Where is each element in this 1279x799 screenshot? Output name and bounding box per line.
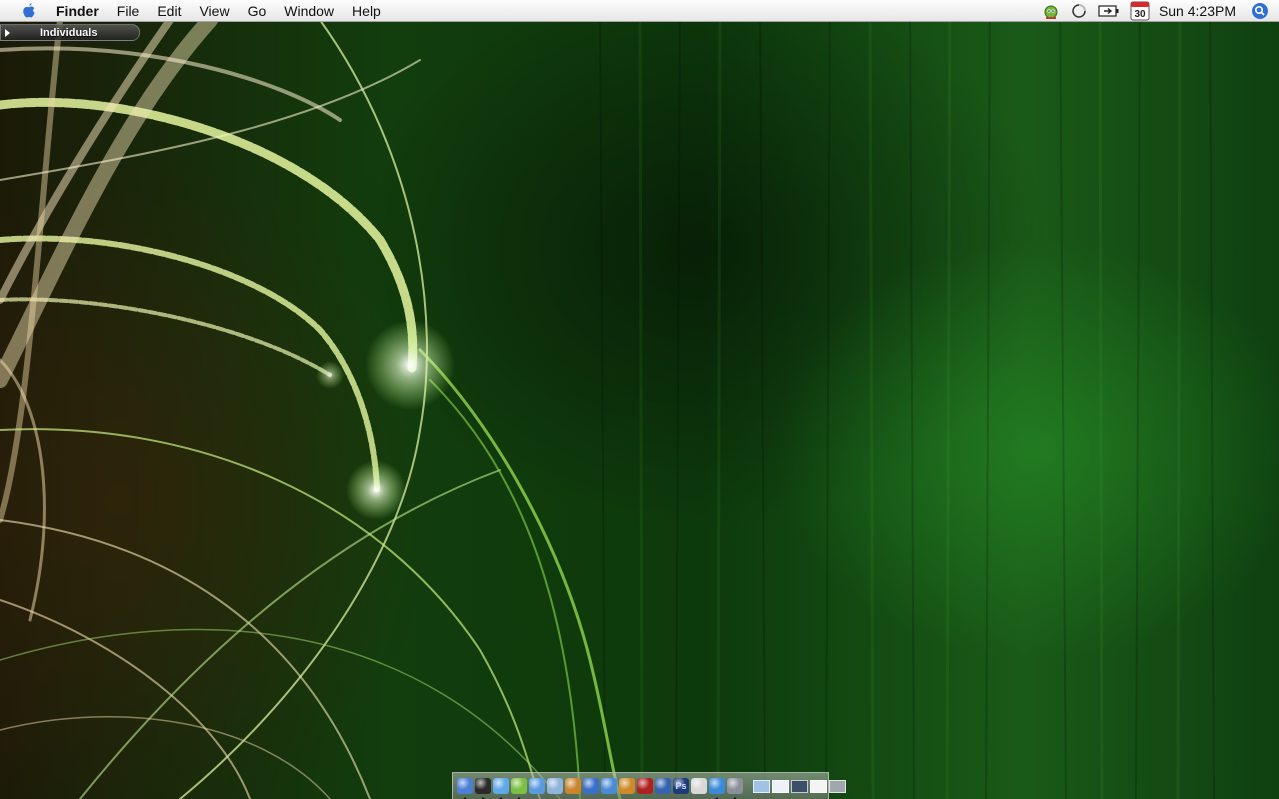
word-icon[interactable] xyxy=(655,778,671,794)
imovie-icon[interactable] xyxy=(565,778,581,794)
menu-bar: Finder File Edit View Go Window Help 30 … xyxy=(0,0,1279,22)
finder-icon[interactable] xyxy=(457,778,473,799)
dock-apps: Ps xyxy=(457,778,745,799)
document-white-icon[interactable] xyxy=(810,779,827,793)
individuals-drawer-tab[interactable]: Individuals xyxy=(0,24,140,41)
menu-file[interactable]: File xyxy=(108,0,149,22)
garageband-icon[interactable] xyxy=(619,778,635,794)
sync-icon[interactable] xyxy=(1070,0,1088,22)
calendar-day: 30 xyxy=(1134,9,1146,20)
ical-icon[interactable] xyxy=(583,778,599,794)
folder-stack-icon[interactable] xyxy=(753,779,770,793)
dashboard-icon[interactable] xyxy=(475,778,491,799)
mail-icon[interactable] xyxy=(601,778,617,794)
document-icon[interactable] xyxy=(772,779,789,793)
menu-go[interactable]: Go xyxy=(239,0,276,22)
utilities-icon[interactable] xyxy=(727,778,743,799)
spotlight-icon[interactable] xyxy=(1251,0,1269,22)
calendar-icon[interactable]: 30 xyxy=(1130,0,1150,22)
dock: Ps xyxy=(452,772,846,799)
apple-menu-icon[interactable] xyxy=(17,0,39,22)
adium-icon[interactable] xyxy=(1042,0,1060,22)
drawer-label: Individuals xyxy=(40,26,98,39)
network-icon[interactable] xyxy=(709,778,725,799)
menu-finder[interactable]: Finder xyxy=(51,0,108,22)
menu-view[interactable]: View xyxy=(190,0,238,22)
safari-icon[interactable] xyxy=(493,778,509,799)
menu-window[interactable]: Window xyxy=(275,0,343,22)
menu-help[interactable]: Help xyxy=(343,0,390,22)
photoshop-icon[interactable]: Ps xyxy=(673,778,689,794)
menu-edit[interactable]: Edit xyxy=(148,0,190,22)
trash-icon[interactable] xyxy=(829,779,846,793)
itunes-icon[interactable] xyxy=(529,778,545,794)
desktop[interactable]: Finder File Edit View Go Window Help 30 … xyxy=(0,0,1279,799)
dock-documents xyxy=(753,779,848,793)
adium-icon[interactable] xyxy=(511,778,527,799)
menubar-clock[interactable]: Sun 4:23PM xyxy=(1159,3,1236,19)
preview-icon[interactable] xyxy=(691,778,707,794)
photoshop-label: Ps xyxy=(675,781,687,791)
photo-thumbnail-icon[interactable] xyxy=(791,779,808,793)
menu-extras: 30 Sun 4:23PM xyxy=(1037,0,1279,22)
dictionary-icon[interactable] xyxy=(637,778,653,794)
wallpaper-light-trails xyxy=(0,12,622,799)
disclosure-triangle-icon[interactable] xyxy=(5,28,10,37)
battery-icon[interactable] xyxy=(1098,0,1120,22)
iphoto-icon[interactable] xyxy=(547,778,563,794)
